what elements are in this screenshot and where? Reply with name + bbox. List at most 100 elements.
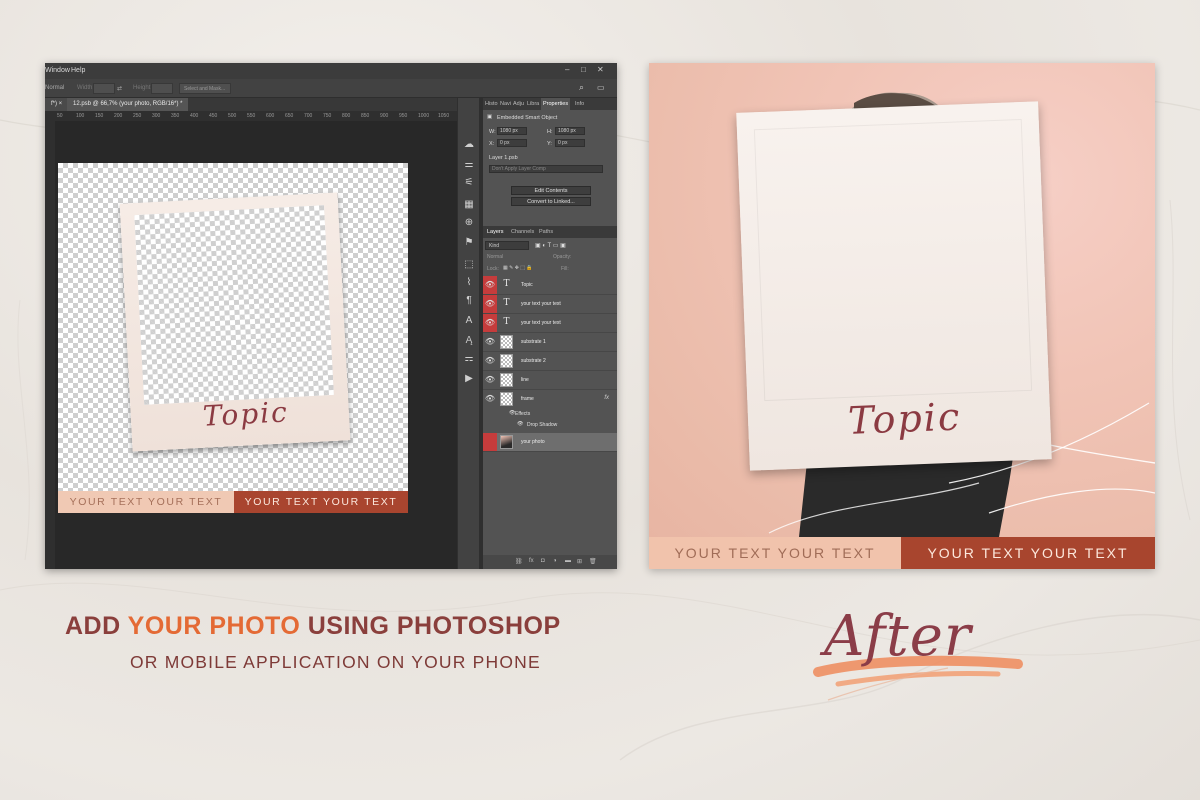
layer-row[interactable]: 👁 T your text your text [483,295,617,314]
select-and-mask-button[interactable]: Select and Mask... [179,83,231,94]
edit-contents-button[interactable]: Edit Contents [511,186,591,195]
paragraph-icon[interactable]: ¶ [462,294,476,308]
ruler-tick-label: 100 [76,113,85,119]
mask-icon[interactable]: ◘ [541,558,545,564]
layer-row-selected[interactable]: your photo [483,433,617,452]
character-icon[interactable]: A [462,314,476,328]
menu-window[interactable]: Window [45,67,70,74]
visibility-eye-icon[interactable]: 👁 [483,390,497,408]
tab-active-document[interactable]: 12.psb @ 66,7% (your photo, RGB/16*) * [67,98,189,111]
play-actions-icon[interactable]: ▶ [462,372,476,386]
workspace-icon[interactable]: ▭ [597,83,605,92]
text-banner: YOUR TEXT YOUR TEXT YOUR TEXT YOUR TEXT [58,491,408,513]
mode-select[interactable]: Normal [45,85,64,91]
ruler-tick-label: 750 [323,113,332,119]
canvas-area[interactable]: Topic YOUR TEXT YOUR TEXT YOUR TEXT YOUR… [55,121,457,569]
ruler-tick-label: 400 [190,113,199,119]
layer-thumbnail [500,335,513,349]
menu-help[interactable]: Help [71,67,85,74]
tab-paths[interactable]: Paths [539,229,553,235]
photo-placeholder[interactable] [134,205,334,405]
link-icon[interactable]: ⛓ [515,558,523,565]
text-banner: YOUR TEXT YOUR TEXT YOUR TEXT YOUR TEXT [649,537,1155,569]
tab-libraries[interactable]: Libra [527,101,539,107]
x-value-field[interactable]: 0 px [497,139,527,147]
cloud-icon[interactable]: ☁ [462,138,476,152]
fx-icon[interactable]: fx [529,558,534,564]
filter-type-icons[interactable]: ▣ ◐ T ▭ ▣ [535,242,566,249]
tab-layers[interactable]: Layers [487,229,504,235]
layer-filter-select[interactable]: Kind [485,241,529,250]
layer-row[interactable]: 👁 T your text your text [483,314,617,333]
close-icon[interactable]: ✕ [597,65,604,74]
visibility-eye-icon[interactable] [483,433,497,451]
new-layer-icon[interactable]: ⊞ [577,558,582,565]
tab-channels[interactable]: Channels [511,229,534,235]
minimize-icon[interactable]: – [565,65,569,74]
visibility-eye-icon[interactable]: 👁 [483,295,497,313]
tab-adjustments[interactable]: Adju [513,101,524,107]
visibility-eye-icon[interactable]: 👁 [483,352,497,370]
visibility-eye-icon[interactable]: 👁 [483,314,497,332]
banner-right-text: YOUR TEXT YOUR TEXT [901,537,1155,569]
tab-properties[interactable]: Properties [541,98,571,110]
layer-row[interactable]: 👁 frame fx [483,390,617,409]
adjust-icon[interactable]: ⚌ [462,158,476,172]
visibility-eye-icon[interactable]: 👁 [483,333,497,351]
polaroid-frame[interactable]: Topic [119,192,351,452]
y-value-field[interactable]: 0 px [555,139,585,147]
layers-panel: Layers Channels Paths Kind ▣ ◐ T ▭ ▣ Nor… [483,226,617,569]
maximize-icon[interactable]: □ [581,65,586,74]
layer-name: substrate 1 [521,339,546,345]
layer-row[interactable]: 👁 substrate 1 [483,333,617,352]
trash-icon[interactable]: 🗑 [589,558,597,565]
visibility-eye-icon[interactable]: 👁 [483,276,497,294]
clone-source-icon[interactable]: ⊕ [462,216,476,230]
tab-navigator[interactable]: Navi [500,101,511,107]
folder-icon[interactable]: ▬ [565,558,571,564]
horizontal-ruler: 50 100 150 200 250 300 350 400 450 500 5… [55,111,457,121]
object-type-label: Embedded Smart Object [497,115,558,121]
layer-row[interactable]: 👁 substrate 2 [483,352,617,371]
tab-previous-document[interactable]: f*) × [45,98,69,111]
layer-comp-select[interactable]: Don't Apply Layer Comp [489,165,603,173]
layers-footer: ⛓ fx ◘ ◑ ▬ ⊞ 🗑 [483,555,617,569]
lock-icons[interactable]: ▦ ✎ ✥ ⬚ 🔒 [503,265,533,271]
document-canvas[interactable]: Topic YOUR TEXT YOUR TEXT YOUR TEXT YOUR… [58,163,408,513]
visibility-eye-icon[interactable]: 👁 [483,371,497,389]
height-field[interactable] [151,83,173,94]
ruler-tick-label: 600 [266,113,275,119]
layer-thumbnail [500,373,513,387]
layers-comp-icon[interactable]: ⚎ [462,352,476,366]
height-value-field[interactable]: 1080 px [555,127,585,135]
swap-icon[interactable]: ⇄ [117,85,122,92]
width-field[interactable] [93,83,115,94]
layer-effects-icon[interactable]: fx [604,395,609,401]
layers-tabs: Layers Channels Paths [483,226,617,238]
drop-shadow-eye-icon[interactable]: 👁 [517,421,523,427]
adjustment-icon[interactable]: ◑ [553,558,557,564]
drop-shadow-label: Drop Shadow [527,422,558,428]
ruler-tick-label: 900 [380,113,389,119]
banner-left-text: YOUR TEXT YOUR TEXT [649,537,901,569]
text-layer-icon: T [503,279,510,289]
brush-settings-icon[interactable]: ⚟ [462,176,476,190]
tab-histogram[interactable]: Histo [485,101,498,107]
layer-row[interactable]: 👁 line [483,371,617,390]
layer-row[interactable]: 👁 T Topic [483,276,617,295]
swatches-icon[interactable]: ▦ [462,198,476,212]
stamp-icon[interactable]: ⚑ [462,236,476,250]
headline-part-1: ADD [65,612,128,640]
width-value-field[interactable]: 1080 px [497,127,527,135]
layer-thumbnail [500,435,513,449]
options-bar: Normal Width: ⇄ Height: Select and Mask.… [45,79,617,98]
tab-info[interactable]: Info [575,101,584,107]
search-icon[interactable]: ⌕ [579,82,584,93]
ruler-tick-label: 800 [342,113,351,119]
stroke-icon[interactable]: ⌇ [462,276,476,290]
banner-right-text: YOUR TEXT YOUR TEXT [234,491,408,513]
convert-to-linked-button[interactable]: Convert to Linked... [511,197,591,206]
blend-mode-select[interactable]: Normal [487,254,503,260]
styles-icon[interactable]: ⬚ [462,258,476,272]
glyphs-icon[interactable]: Ą [462,334,476,348]
